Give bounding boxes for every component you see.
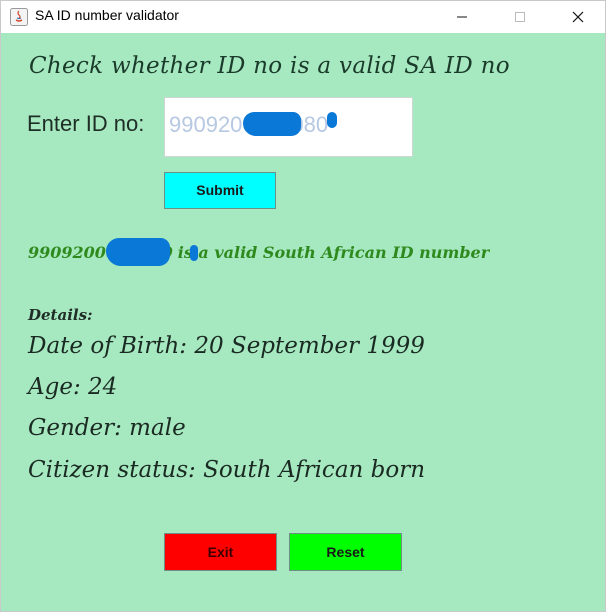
citizen-status: Citizen status: South African born [28, 457, 426, 483]
date-of-birth: Date of Birth: 20 September 1999 [28, 333, 425, 359]
main-panel: Check whether ID no is a valid SA ID no … [1, 33, 605, 611]
id-number-input[interactable]: 9909200000080 [164, 97, 413, 157]
page-heading: Check whether ID no is a valid SA ID no [29, 53, 510, 79]
details-heading: Details: [28, 306, 93, 324]
id-number-label: Enter ID no: [27, 111, 145, 136]
age: Age: 24 [28, 374, 118, 400]
submit-button[interactable]: Submit [164, 172, 276, 209]
title-bar: SA ID number validator [1, 1, 605, 33]
redaction-mark [327, 112, 337, 128]
result-id-number: 9909200000080 [28, 238, 198, 266]
validation-result: 9909200000080 is a valid South African I… [28, 238, 490, 266]
maximize-button[interactable] [497, 1, 543, 33]
reset-button[interactable]: Reset [289, 533, 402, 571]
window-title: SA ID number validator [35, 7, 179, 23]
gender: Gender: male [28, 415, 186, 441]
minimize-icon [457, 16, 467, 18]
close-button[interactable] [555, 1, 601, 33]
redaction-mark [106, 238, 170, 266]
exit-button[interactable]: Exit [164, 533, 277, 571]
minimize-button[interactable] [439, 1, 485, 33]
redaction-mark [243, 112, 301, 136]
maximize-icon [515, 12, 525, 22]
close-icon [572, 11, 584, 23]
app-window: SA ID number validator Check whether ID … [0, 0, 606, 612]
result-message: is a valid South African ID number [177, 243, 490, 262]
redaction-mark [190, 245, 198, 261]
java-app-icon [10, 8, 28, 26]
